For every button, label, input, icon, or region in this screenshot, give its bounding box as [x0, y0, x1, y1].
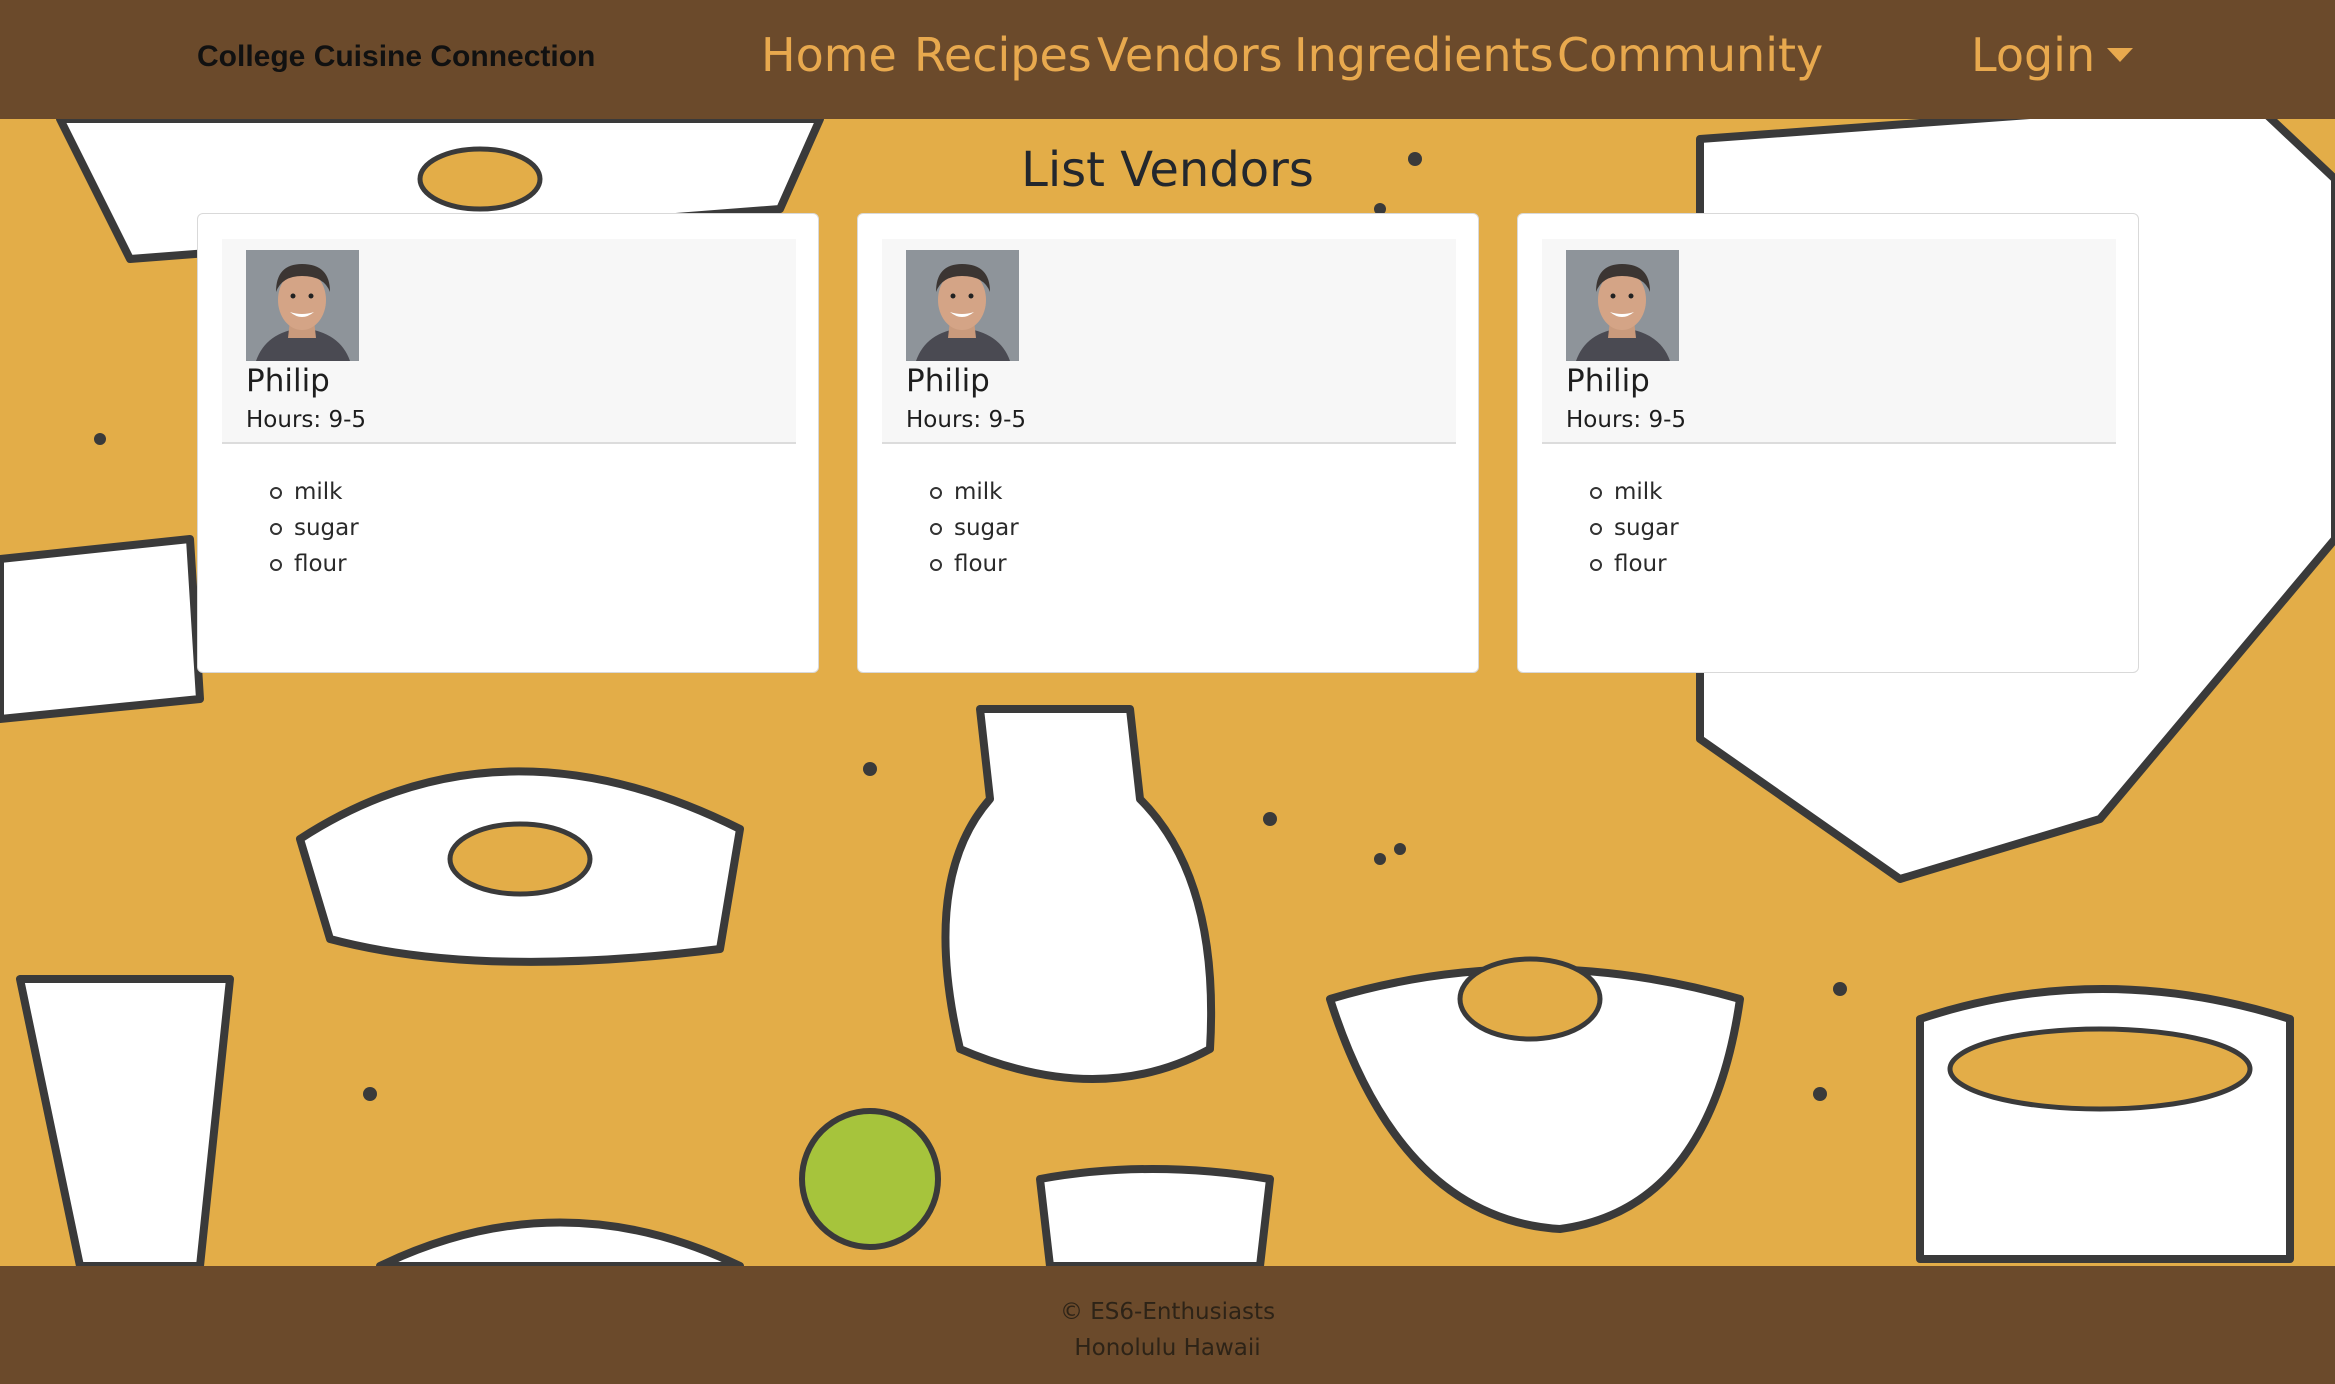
page-title: List Vendors [1021, 142, 1314, 198]
ingredient-list: milk sugar flour [270, 474, 359, 582]
footer-copyright: © ES6-Enthusiasts [1059, 1299, 1276, 1325]
nav-link-community[interactable]: Community [1557, 28, 1823, 82]
vendor-name: Philip [906, 363, 990, 399]
vendor-card: Philip Hours: 9-5 milk sugar flour [1517, 213, 2139, 673]
nav-link-vendors[interactable]: Vendors [1097, 28, 1283, 82]
vendor-avatar [906, 250, 1019, 361]
list-item: milk [1590, 474, 1679, 510]
vendor-card-header: Philip Hours: 9-5 [1542, 239, 2116, 444]
ingredient-list: milk sugar flour [930, 474, 1019, 582]
list-item: milk [930, 474, 1019, 510]
vendor-card-header: Philip Hours: 9-5 [882, 239, 1456, 444]
nav-link-ingredients[interactable]: Ingredients [1294, 28, 1554, 82]
list-item: sugar [270, 510, 359, 546]
vendor-hours: Hours: 9-5 [1566, 407, 1687, 433]
list-item: sugar [930, 510, 1019, 546]
vendor-card-header: Philip Hours: 9-5 [222, 239, 796, 444]
login-label: Login [1971, 28, 2096, 82]
page: College Cuisine Connection Home Recipes … [0, 0, 2335, 1384]
login-dropdown[interactable]: Login [1971, 28, 2134, 82]
vendor-card: Philip Hours: 9-5 milk sugar flour [197, 213, 819, 673]
vendor-hours: Hours: 9-5 [906, 407, 1027, 433]
footer-location: Honolulu Hawaii [1074, 1335, 1261, 1361]
vendor-avatar [246, 250, 359, 361]
caret-down-icon [2107, 47, 2134, 62]
vendor-name: Philip [1566, 363, 1650, 399]
list-item: flour [1590, 546, 1679, 582]
top-navbar: College Cuisine Connection Home Recipes … [0, 0, 2335, 119]
list-item: sugar [1590, 510, 1679, 546]
list-item: flour [270, 546, 359, 582]
vendor-name: Philip [246, 363, 330, 399]
nav-link-home[interactable]: Home [761, 28, 897, 82]
brand-title[interactable]: College Cuisine Connection [197, 40, 595, 74]
ingredient-list: milk sugar flour [1590, 474, 1679, 582]
list-item: flour [930, 546, 1019, 582]
nav-link-recipes[interactable]: Recipes [914, 28, 1092, 82]
vendor-card: Philip Hours: 9-5 milk sugar flour [857, 213, 1479, 673]
vendor-avatar [1566, 250, 1679, 361]
footer: © ES6-Enthusiasts Honolulu Hawaii [0, 1266, 2335, 1384]
list-item: milk [270, 474, 359, 510]
vendor-hours: Hours: 9-5 [246, 407, 367, 433]
